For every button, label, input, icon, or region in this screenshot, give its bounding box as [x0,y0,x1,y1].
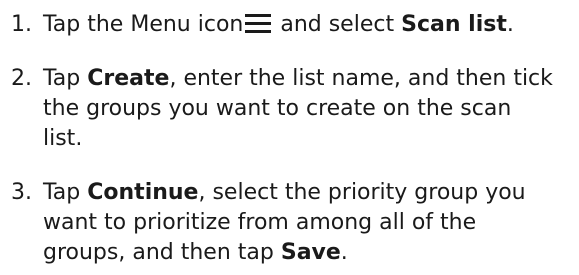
step-text: Tap the Menu icon and select Scan list. [43,10,575,40]
scan-list-term: Scan list [401,12,507,37]
step-text-segment: Tap [43,66,88,91]
step-text-segment: . [340,240,348,265]
step-text-segment: . [506,12,514,37]
step-number: 1. [11,12,32,37]
step-text-segment: , enter the list name, and then tick [169,66,553,91]
step-text-segment: Tap [43,180,88,205]
step-text: Tap Create, enter the list name, and the… [43,64,575,154]
menu-icon [245,13,272,34]
save-term: Save [280,240,341,265]
step-text-segment: groups, and then tap [43,240,281,265]
step-text: Tap Continue, select the priority group … [43,178,575,268]
step-number: 2. [11,66,32,91]
create-term: Create [87,66,170,91]
step-text-segment: and select [273,12,402,37]
step-line: groups, and then tap Save. [43,238,575,268]
step-line: Tap the Menu icon and select Scan list. [43,10,575,40]
continue-term: Continue [87,180,199,205]
step-text-segment: Tap the Menu icon [43,12,244,37]
step-line: want to prioritize from among all of the [43,210,477,235]
step-line: list. [43,126,83,151]
step-line: Tap Continue, select the priority group … [43,178,575,208]
step-line: Tap Create, enter the list name, and the… [43,64,575,94]
step-number: 3. [11,180,32,205]
step-line: the groups you want to create on the sca… [43,96,512,121]
instruction-steps: 1. Tap the Menu icon and select Scan lis… [0,0,579,275]
step-text-segment: , select the priority group you [198,180,526,205]
